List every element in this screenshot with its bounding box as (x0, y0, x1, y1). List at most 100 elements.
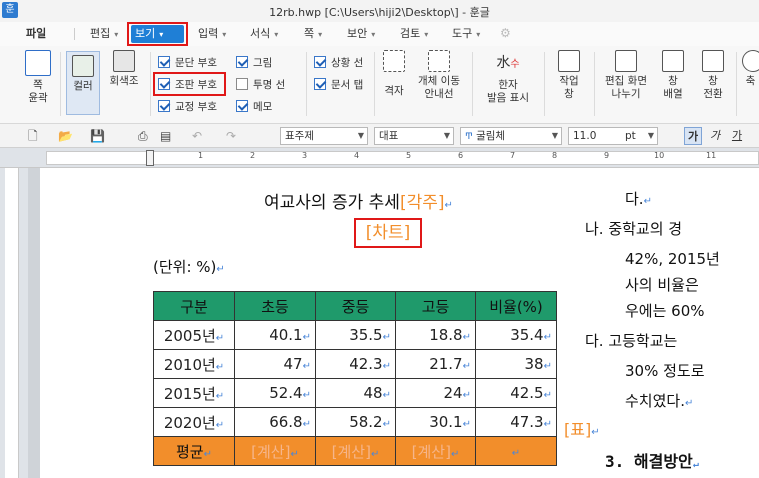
work-window-button[interactable]: 작업 창 (552, 50, 586, 101)
paragraph-mark-icon: ↵ (302, 332, 311, 343)
italic-button[interactable]: 가 (706, 127, 724, 145)
table-cell[interactable]: 42.5↵ (475, 378, 557, 408)
open-folder-icon[interactable]: 📂 (58, 128, 73, 144)
menu-security[interactable]: 보안 ▾ (343, 25, 379, 43)
table-footer-cell[interactable]: [계산]↵ (234, 436, 316, 466)
menu-label: 편집 (90, 27, 111, 40)
table-footer-cell[interactable]: [계산]↵ (395, 436, 476, 466)
document-page[interactable]: 여교사의 증가 추세[각주]↵ [차트] (단위: %)↵ 구분 초등 중등 고… (40, 168, 759, 478)
page-outline-button[interactable]: 쪽 윤곽 (22, 50, 54, 105)
guide-icon (428, 50, 450, 72)
indent-marker-icon[interactable] (146, 150, 154, 166)
table-footer-cell[interactable]: 평균↵ (153, 436, 235, 466)
grayscale-button[interactable]: 회색조 (104, 50, 144, 88)
font-dropdown[interactable]: Ͳ 굴림체 ▼ (460, 127, 562, 145)
grid-button[interactable]: 격자 (380, 50, 408, 98)
checkbox-proofread-mark[interactable]: 교정 부호 (158, 99, 217, 115)
paragraph-mark-icon: ↵ (692, 459, 699, 470)
font-size-dropdown[interactable]: 11.0 pt ▼ (568, 127, 658, 145)
cell-text: 38 (524, 355, 544, 373)
underline-button[interactable]: 가 (728, 127, 746, 145)
cell-text: 48 (363, 384, 383, 402)
table-header-cell[interactable]: 고등 (395, 291, 476, 321)
undo-icon[interactable]: ↶ (192, 128, 202, 144)
table-cell[interactable]: 18.8↵ (395, 320, 476, 350)
table-cell[interactable]: 30.1↵ (395, 407, 476, 437)
ribbon-separator (472, 52, 473, 116)
split-screen-button[interactable]: 편집 화면 나누기 (600, 50, 652, 101)
print-icon[interactable]: ⎙ (138, 128, 148, 144)
menu-tools[interactable]: 도구 ▾ (448, 25, 484, 43)
table-cell[interactable]: 58.2↵ (315, 407, 396, 437)
cell-text: 58.2 (349, 413, 383, 431)
table-cell[interactable]: 40.1↵ (234, 320, 316, 350)
redo-icon[interactable]: ↷ (226, 128, 236, 144)
table-cell[interactable]: 66.8↵ (234, 407, 316, 437)
new-doc-icon[interactable]: 🗋 (28, 128, 38, 144)
window-arrange-button[interactable]: 창 배열 (656, 50, 690, 101)
cell-text: 66.8 (269, 413, 303, 431)
table-footer-cell[interactable]: [계산]↵ (315, 436, 396, 466)
window-switch-button[interactable]: 창 전환 (696, 50, 730, 101)
checkbox-status-line[interactable]: 상황 선 (314, 55, 363, 71)
style-dropdown[interactable]: 표주제 ▼ (280, 127, 368, 145)
table-header-cell[interactable]: 구분 (153, 291, 235, 321)
hanja-pronunciation-button[interactable]: 水수 한자 발음 표시 (480, 50, 536, 105)
menu-input[interactable]: 입력 ▾ (194, 25, 230, 43)
table-cell[interactable]: 2015년↵ (153, 378, 235, 408)
table-cell[interactable]: 48↵ (315, 378, 396, 408)
menu-page[interactable]: 쪽 ▾ (300, 25, 326, 43)
table-cell[interactable]: 42.3↵ (315, 349, 396, 379)
data-table[interactable]: 구분 초등 중등 고등 비율(%) 2005년↵ 40.1↵ 35.5↵ 18.8↵ 3… (153, 291, 557, 466)
table-cell[interactable]: 47.3↵ (475, 407, 557, 437)
color-mode-button[interactable]: 컬러 (66, 51, 100, 115)
table-cell[interactable]: 21.7↵ (395, 349, 476, 379)
ruler-number: 4 (354, 151, 360, 160)
checkbox-doc-tab[interactable]: 문서 탭 (314, 77, 363, 93)
checkbox-label: 메모 (253, 101, 273, 113)
preview-icon[interactable]: ▤ (160, 128, 171, 144)
paragraph-mark-icon: ↵ (591, 427, 600, 438)
checkbox-memo[interactable]: 메모 (236, 99, 272, 115)
highlight-box-layout-mark (153, 72, 226, 96)
checkbox-paragraph-mark[interactable]: 문단 부호 (158, 55, 217, 71)
zoom-icon (742, 50, 759, 72)
object-move-guide-button[interactable]: 개체 이동 안내선 (414, 50, 464, 101)
save-icon[interactable]: 💾 (90, 128, 105, 144)
color-icon (72, 55, 94, 77)
table-cell[interactable]: 2020년↵ (153, 407, 235, 437)
table-cell[interactable]: 52.4↵ (234, 378, 316, 408)
table-header-cell[interactable]: 비율(%) (475, 291, 557, 321)
horizontal-ruler[interactable]: 1 2 3 4 5 6 7 8 9 10 11 (0, 148, 759, 168)
checkbox-checked-icon (158, 100, 170, 112)
table-cell[interactable]: 47↵ (234, 349, 316, 379)
checkbox-transparent-line[interactable]: 투명 선 (236, 77, 285, 93)
bold-button[interactable]: 가 (684, 127, 702, 145)
chevron-down-icon: ▾ (424, 30, 429, 39)
table-cell[interactable]: 38↵ (475, 349, 557, 379)
cell-text: 40.1 (269, 326, 303, 344)
language-dropdown[interactable]: 대표 ▼ (374, 127, 454, 145)
table-cell[interactable]: 2005년↵ (153, 320, 235, 350)
table-header-cell[interactable]: 중등 (315, 291, 396, 321)
table-footer-cell[interactable]: ↵ (475, 436, 557, 466)
pin-icon[interactable]: ⚙ (500, 25, 511, 41)
chevron-down-icon: ▾ (476, 30, 481, 39)
menu-file[interactable]: 파일 (22, 25, 50, 43)
menu-format[interactable]: 서식 ▾ (246, 25, 282, 43)
cell-text: 30.1 (429, 413, 463, 431)
table-cell[interactable]: 35.5↵ (315, 320, 396, 350)
ribbon: 쪽 윤곽 컬러 회색조 문단 부호 조판 부호 교정 부호 그림 투명 선 메모… (0, 46, 759, 124)
paragraph-mark-icon: ↵ (215, 390, 225, 402)
checkbox-picture[interactable]: 그림 (236, 55, 272, 71)
table-cell[interactable]: 24↵ (395, 378, 476, 408)
menu-edit[interactable]: 편집 ▾ (86, 25, 122, 43)
vertical-ruler[interactable] (0, 168, 28, 478)
menu-review[interactable]: 검토 ▾ (396, 25, 432, 43)
table-cell[interactable]: 2010년↵ (153, 349, 235, 379)
unit-text: (단위: %) (153, 258, 217, 276)
footnote-tag: [각주] (399, 193, 445, 213)
zoom-button[interactable]: 축 (742, 50, 759, 88)
table-header-cell[interactable]: 초등 (234, 291, 316, 321)
table-cell[interactable]: 35.4↵ (475, 320, 557, 350)
